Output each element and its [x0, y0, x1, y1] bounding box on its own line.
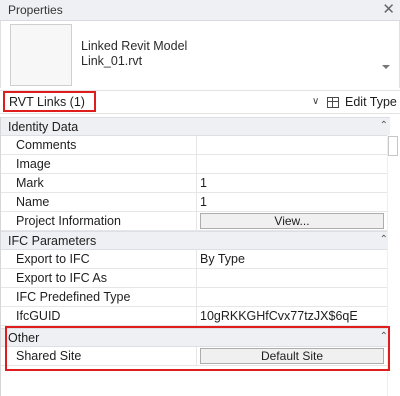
property-value[interactable]: 1: [200, 176, 207, 190]
property-value[interactable]: By Type: [200, 252, 245, 266]
type-name-line1: Linked Revit Model: [81, 39, 188, 53]
property-name: IfcGUID: [16, 309, 61, 323]
property-name: Image: [16, 157, 51, 171]
property-row-export-to-ifc[interactable]: Export to IFC By Type: [0, 250, 390, 269]
type-name-line2: Link_01.rvt: [81, 54, 143, 68]
property-name: Project Information: [16, 214, 121, 228]
edit-type-icon[interactable]: [327, 97, 339, 108]
type-selector[interactable]: Linked Revit Model Link_01.rvt: [0, 21, 400, 88]
instance-filter-bar: RVT Links (1) ∨ Edit Type: [0, 90, 400, 114]
scrollbar-thumb[interactable]: [388, 136, 398, 156]
property-name: Shared Site: [16, 349, 82, 363]
group-ifc-parameters[interactable]: IFC Parameters ⌃: [0, 231, 390, 250]
property-name: Mark: [16, 176, 44, 190]
property-row-export-to-ifc-as[interactable]: Export to IFC As: [0, 269, 390, 288]
property-row-image[interactable]: Image: [0, 155, 390, 174]
default-site-button[interactable]: Default Site: [200, 348, 384, 364]
vertical-scrollbar[interactable]: [387, 135, 399, 396]
property-row-name[interactable]: Name 1: [0, 193, 390, 212]
property-row-project-information[interactable]: Project Information View...: [0, 212, 390, 231]
property-row-mark[interactable]: Mark 1: [0, 174, 390, 193]
properties-titlebar: Properties ✕: [0, 0, 400, 21]
close-icon[interactable]: ✕: [382, 0, 395, 20]
edit-type-button[interactable]: Edit Type: [345, 95, 397, 109]
property-value[interactable]: 10gRKKGHfCvx77tzJX$6qE: [200, 309, 358, 323]
group-identity-data[interactable]: Identity Data ⌃: [0, 117, 390, 136]
type-name: Linked Revit Model Link_01.rvt: [81, 39, 187, 69]
left-border: [0, 117, 1, 396]
type-preview-image: [10, 24, 72, 86]
panel-title: Properties: [8, 3, 63, 17]
chevron-down-icon[interactable]: ∨: [312, 96, 319, 107]
property-value[interactable]: 1: [200, 195, 207, 209]
property-name: IFC Predefined Type: [16, 290, 131, 304]
group-label: IFC Parameters: [8, 234, 97, 248]
property-name: Comments: [16, 138, 77, 152]
type-dropdown-arrow-icon[interactable]: [382, 65, 390, 69]
property-row-shared-site[interactable]: Shared Site Default Site: [0, 347, 390, 366]
property-row-comments[interactable]: Comments: [0, 136, 390, 155]
view-project-info-button[interactable]: View...: [200, 213, 384, 229]
property-name: Name: [16, 195, 50, 209]
property-name: Export to IFC As: [16, 271, 108, 285]
property-row-ifcguid[interactable]: IfcGUID 10gRKKGHfCvx77tzJX$6qE: [0, 307, 390, 326]
instance-filter-dropdown[interactable]: RVT Links (1): [9, 95, 85, 109]
collapse-chevron-icon[interactable]: ⌃: [380, 120, 388, 131]
group-label: Identity Data: [8, 120, 79, 134]
properties-grid: Identity Data ⌃ Comments Image Mark 1 Na…: [0, 117, 400, 396]
group-other[interactable]: Other ⌃: [0, 328, 390, 347]
group-label: Other: [8, 331, 40, 345]
property-row-ifc-predefined-type[interactable]: IFC Predefined Type: [0, 288, 390, 307]
property-name: Export to IFC: [16, 252, 90, 266]
